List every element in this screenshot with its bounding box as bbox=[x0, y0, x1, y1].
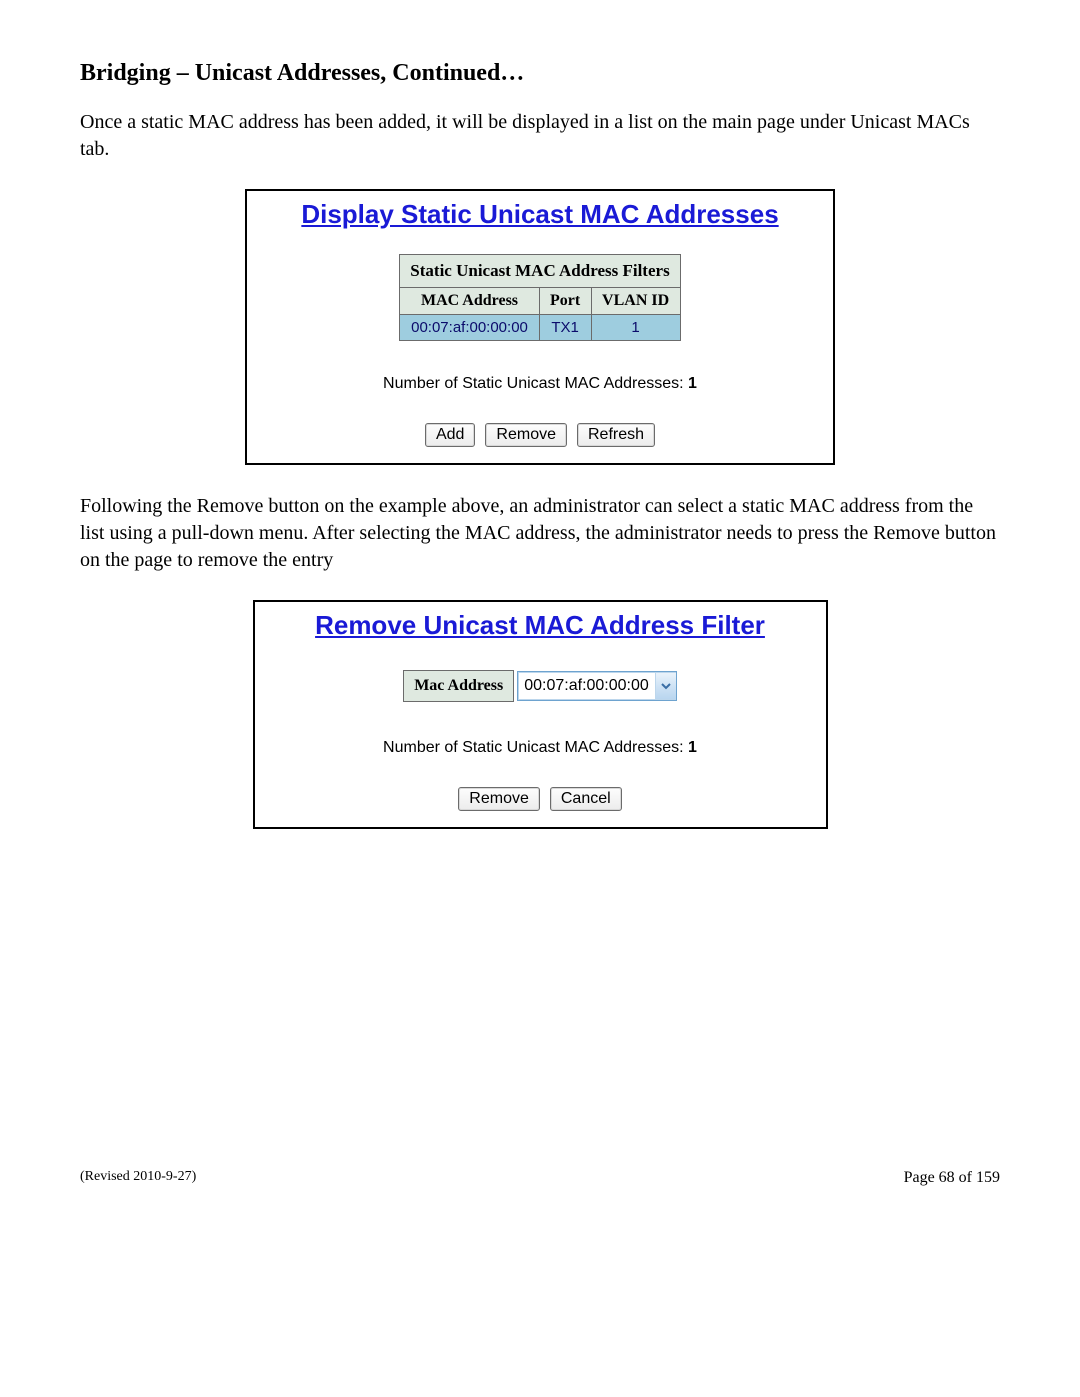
count-label: Number of Static Unicast MAC Addresses: bbox=[383, 375, 688, 392]
revised-date: (Revised 2010-9-27) bbox=[80, 1169, 196, 1187]
col-port: Port bbox=[539, 288, 591, 315]
mac-count-line: Number of Static Unicast MAC Addresses: … bbox=[247, 375, 833, 393]
cancel-button[interactable]: Cancel bbox=[550, 787, 622, 811]
cell-vlan: 1 bbox=[591, 315, 680, 341]
remove-mac-panel: Remove Unicast MAC Address Filter Mac Ad… bbox=[253, 600, 828, 829]
mac-address-value: 00:07:af:00:00:00 bbox=[524, 677, 653, 695]
refresh-button[interactable]: Refresh bbox=[577, 423, 655, 447]
page-number: Page 68 of 159 bbox=[904, 1169, 1000, 1187]
mac-filter-table: Static Unicast MAC Address Filters MAC A… bbox=[399, 254, 680, 341]
panel1-title[interactable]: Display Static Unicast MAC Addresses bbox=[255, 199, 825, 230]
intro-paragraph-1: Once a static MAC address has been added… bbox=[80, 109, 1000, 163]
count-label-2: Number of Static Unicast MAC Addresses: bbox=[383, 739, 688, 756]
cell-port: TX1 bbox=[539, 315, 591, 341]
remove-confirm-button[interactable]: Remove bbox=[458, 787, 540, 811]
count-value: 1 bbox=[688, 375, 697, 392]
mac-address-label: Mac Address bbox=[403, 670, 514, 702]
mac-address-select[interactable]: 00:07:af:00:00:00 bbox=[517, 671, 677, 701]
display-mac-panel: Display Static Unicast MAC Addresses Sta… bbox=[245, 189, 835, 465]
panel1-button-row: Add Remove Refresh bbox=[247, 423, 833, 447]
chevron-down-icon bbox=[655, 673, 676, 699]
col-vlan: VLAN ID bbox=[591, 288, 680, 315]
table-row[interactable]: 00:07:af:00:00:00 TX1 1 bbox=[400, 315, 680, 341]
intro-paragraph-2: Following the Remove button on the examp… bbox=[80, 493, 1000, 574]
remove-form: Mac Address 00:07:af:00:00:00 bbox=[400, 667, 680, 705]
col-mac: MAC Address bbox=[400, 288, 539, 315]
cell-mac: 00:07:af:00:00:00 bbox=[400, 315, 539, 341]
mac-count-line-2: Number of Static Unicast MAC Addresses: … bbox=[255, 739, 826, 757]
remove-button[interactable]: Remove bbox=[485, 423, 567, 447]
panel2-button-row: Remove Cancel bbox=[255, 787, 826, 811]
count-value-2: 1 bbox=[688, 739, 697, 756]
add-button[interactable]: Add bbox=[425, 423, 475, 447]
mac-table-caption: Static Unicast MAC Address Filters bbox=[400, 255, 680, 288]
panel2-title[interactable]: Remove Unicast MAC Address Filter bbox=[263, 610, 818, 641]
section-heading: Bridging – Unicast Addresses, Continued… bbox=[80, 60, 1000, 87]
page-footer: (Revised 2010-9-27) Page 68 of 159 bbox=[80, 1169, 1000, 1187]
